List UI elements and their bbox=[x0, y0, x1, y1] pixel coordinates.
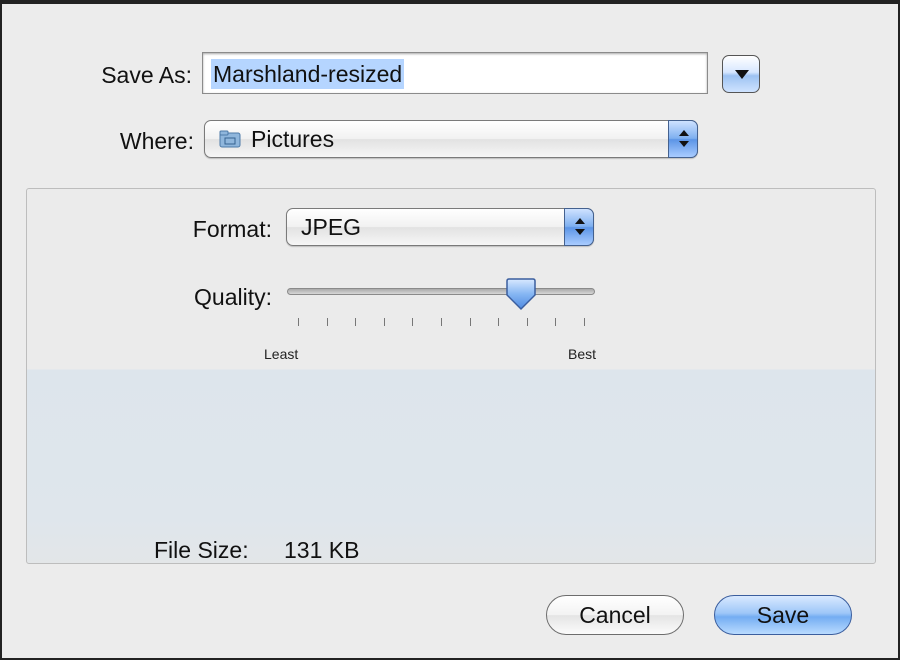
chevron-down-icon bbox=[575, 229, 585, 235]
folder-icon bbox=[219, 130, 241, 148]
quality-tick bbox=[498, 318, 500, 326]
quality-tick bbox=[526, 318, 528, 326]
format-value: JPEG bbox=[301, 214, 362, 240]
where-value: Pictures bbox=[251, 126, 335, 152]
file-size-label: File Size: bbox=[154, 537, 249, 563]
where-popup-arrows[interactable] bbox=[668, 120, 698, 158]
window-top-border bbox=[2, 0, 898, 4]
quality-min-label: Least bbox=[264, 346, 299, 362]
quality-tick bbox=[355, 318, 357, 326]
filename-input[interactable]: Marshland-resized bbox=[202, 52, 708, 94]
quality-tick bbox=[383, 318, 385, 326]
format-popup[interactable]: JPEG bbox=[286, 208, 594, 246]
quality-tick bbox=[441, 318, 442, 326]
expand-dialog-button[interactable] bbox=[722, 55, 760, 93]
save-as-label: Save As: bbox=[101, 62, 192, 88]
save-button[interactable]: Save bbox=[714, 595, 852, 635]
quality-tick bbox=[326, 318, 328, 326]
quality-tick bbox=[555, 318, 557, 326]
chevron-up-icon bbox=[575, 218, 585, 224]
cancel-button[interactable]: Cancel bbox=[546, 595, 684, 635]
where-popup[interactable]: Pictures bbox=[204, 120, 698, 158]
quality-label: Quality: bbox=[194, 284, 272, 310]
quality-max-label: Best bbox=[568, 346, 597, 362]
file-size-value: 131 KB bbox=[284, 537, 360, 563]
quality-tick bbox=[469, 318, 471, 326]
filename-text[interactable]: Marshland-resized bbox=[211, 59, 405, 89]
quality-tick bbox=[584, 318, 585, 326]
save-dialog: Save As: Marshland-resized Where: Pictur… bbox=[0, 0, 900, 660]
quality-slider-track[interactable] bbox=[287, 288, 595, 295]
where-label: Where: bbox=[119, 128, 194, 154]
chevron-down-icon bbox=[679, 141, 689, 147]
format-label: Format: bbox=[192, 216, 272, 242]
quality-slider-knob[interactable] bbox=[503, 278, 539, 312]
chevron-up-icon bbox=[679, 130, 689, 136]
quality-tick bbox=[412, 318, 414, 326]
format-popup-arrows[interactable] bbox=[564, 208, 594, 246]
quality-tick bbox=[298, 318, 299, 326]
